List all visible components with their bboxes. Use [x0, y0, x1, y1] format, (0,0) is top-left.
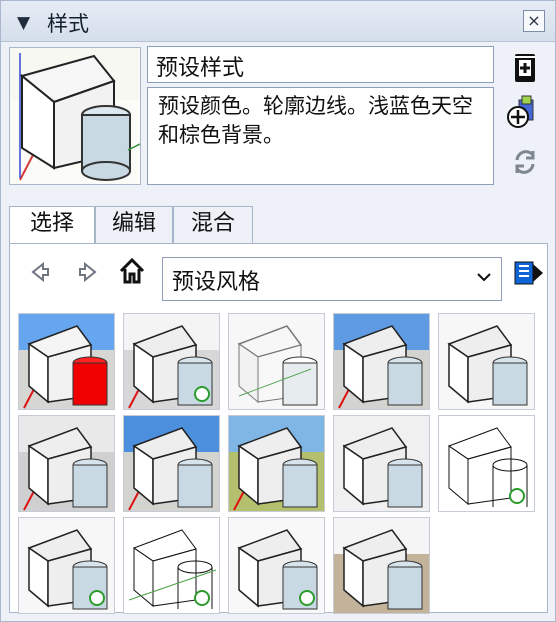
back-arrow-icon[interactable]	[26, 260, 50, 290]
style-thumbnail[interactable]	[438, 313, 535, 410]
tab-edit[interactable]: 编辑	[95, 206, 173, 244]
chevron-down-icon	[475, 268, 493, 286]
style-thumbnail[interactable]	[228, 415, 325, 512]
style-thumbnail[interactable]	[18, 517, 115, 614]
style-thumbnail[interactable]	[123, 313, 220, 410]
style-name-field[interactable]: 预设样式	[147, 46, 494, 83]
style-thumbnail[interactable]	[18, 415, 115, 512]
style-thumbnail[interactable]	[18, 313, 115, 410]
update-style-icon[interactable]	[508, 145, 542, 179]
panel-title: 样式	[47, 12, 89, 36]
home-icon[interactable]	[118, 257, 146, 287]
style-browser-toolbar: 预设风格	[10, 244, 547, 306]
style-thumbnail[interactable]	[438, 415, 535, 512]
collection-label: 预设风格	[172, 270, 261, 295]
style-thumbnail[interactable]	[333, 313, 430, 410]
collection-dropdown[interactable]: 预设风格	[162, 257, 502, 301]
style-thumbnail[interactable]	[123, 517, 220, 614]
panel-titlebar[interactable]: ▼ 样式 ×	[1, 1, 555, 42]
style-thumbnail[interactable]	[228, 517, 325, 614]
style-description-field[interactable]: 预设颜色。轮廓边线。浅蓝色天空和棕色背景。	[147, 87, 494, 185]
style-thumbnail[interactable]	[123, 415, 220, 512]
close-button[interactable]: ×	[523, 10, 545, 32]
select-tab-content: 预设风格	[9, 243, 548, 614]
collapse-triangle-icon[interactable]: ▼	[17, 13, 30, 33]
styles-panel: ▼ 样式 × 预设样式 预设颜色。轮廓边线。浅蓝色天空和棕色背景。 选择 编辑 …	[0, 0, 556, 622]
details-arrow-icon[interactable]	[511, 256, 545, 290]
style-thumbnail-grid	[17, 311, 542, 614]
style-thumbnail[interactable]	[228, 313, 325, 410]
forward-arrow-icon[interactable]	[78, 260, 102, 290]
tab-select[interactable]: 选择	[9, 206, 95, 245]
style-thumbnail[interactable]	[333, 415, 430, 512]
current-style-preview	[9, 47, 141, 185]
tab-mix[interactable]: 混合	[173, 206, 253, 244]
new-style-button[interactable]	[511, 51, 545, 85]
create-style-icon[interactable]	[506, 95, 540, 129]
style-thumbnail[interactable]	[333, 517, 430, 614]
style-tabs: 选择 编辑 混合	[9, 206, 549, 245]
